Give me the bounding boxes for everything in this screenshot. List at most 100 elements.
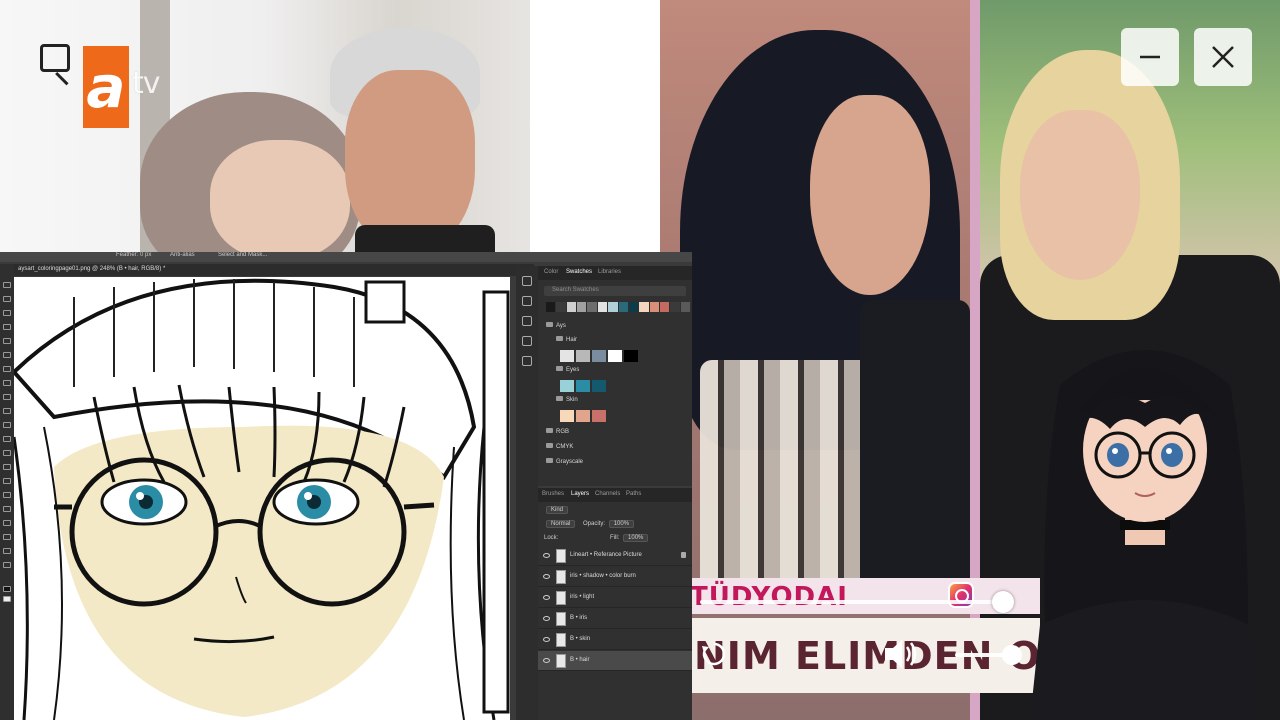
swatch-chip[interactable] [628, 302, 639, 312]
layer-row[interactable]: iris • shadow • color burn [538, 567, 692, 587]
gradient-tool-icon[interactable] [3, 450, 11, 456]
layer-name: B • skin [570, 636, 591, 642]
swatch-chip[interactable] [560, 350, 574, 362]
path-select-tool-icon[interactable] [3, 520, 11, 526]
brush-settings-icon[interactable] [522, 336, 532, 346]
fill-input[interactable]: 100% [623, 534, 649, 542]
visibility-eye-icon[interactable] [543, 658, 550, 663]
blur-tool-icon[interactable] [3, 464, 11, 470]
opacity-input[interactable]: 100% [608, 520, 635, 528]
swatch-chip[interactable] [618, 302, 628, 312]
swatch-chip[interactable] [566, 302, 577, 312]
tab-swatches[interactable]: Swatches [566, 269, 592, 275]
move-tool-icon[interactable] [3, 282, 11, 288]
seek-handle[interactable] [992, 591, 1014, 613]
swatch-chip[interactable] [546, 302, 556, 312]
healing-tool-icon[interactable] [3, 380, 11, 386]
swatch-chip[interactable] [592, 410, 606, 422]
swatch-group-eyes[interactable]: Eyes [556, 366, 579, 373]
layer-row[interactable]: iris • light [538, 588, 692, 608]
layer-filter[interactable]: Kind [544, 506, 569, 514]
history-panel-icon[interactable] [522, 276, 532, 286]
swatch-chip[interactable] [639, 302, 649, 312]
swatch-chip[interactable] [680, 302, 691, 312]
swatch-group-rgb[interactable]: RGB [546, 428, 569, 435]
swatch-chip[interactable] [556, 302, 566, 312]
swatch-chip[interactable] [560, 380, 574, 392]
seek-bar[interactable] [700, 600, 1010, 604]
replay-icon[interactable] [700, 640, 728, 668]
crop-tool-icon[interactable] [3, 338, 11, 344]
document-canvas[interactable] [14, 277, 510, 720]
select-and-mask-button[interactable]: Select and Mask... [218, 252, 267, 258]
zoom-tool-icon[interactable] [3, 562, 11, 568]
hand-tool-icon[interactable] [3, 548, 11, 554]
tab-paths[interactable]: Paths [626, 491, 641, 497]
lasso-tool-icon[interactable] [3, 310, 11, 316]
tab-color[interactable]: Color [544, 269, 558, 275]
tab-brushes[interactable]: Brushes [542, 491, 564, 497]
layer-row[interactable]: B • hair [538, 651, 692, 671]
layer-name: iris • shadow • color burn [570, 573, 636, 579]
swatch-chip[interactable] [592, 380, 606, 392]
foreground-color-icon[interactable] [3, 586, 11, 592]
layer-name: iris • light [570, 594, 595, 600]
layer-row[interactable]: Lineart • Referance Picture [538, 546, 692, 566]
tab-libraries[interactable]: Libraries [598, 269, 621, 275]
blend-mode-select[interactable]: Normal [546, 520, 576, 528]
swatch-chip[interactable] [608, 302, 618, 312]
swatch-group-grayscale[interactable]: Grayscale [546, 458, 583, 465]
shape-tool-icon[interactable] [3, 534, 11, 540]
swatch-chip[interactable] [592, 350, 606, 362]
layer-filter-kind[interactable]: Kind [546, 506, 569, 514]
properties-panel-icon[interactable] [522, 296, 532, 306]
swatch-chip[interactable] [608, 350, 622, 362]
swatch-group-skin[interactable]: Skin [556, 396, 578, 403]
dodge-tool-icon[interactable] [3, 478, 11, 484]
swatch-group-hair[interactable]: Hair [556, 336, 577, 343]
swatch-chip[interactable] [576, 350, 590, 362]
swatch-chip[interactable] [649, 302, 659, 312]
swatch-chip[interactable] [576, 410, 590, 422]
frame-tool-icon[interactable] [3, 352, 11, 358]
tab-channels[interactable]: Channels [595, 491, 620, 497]
layer-row[interactable]: B • iris [538, 609, 692, 629]
history-brush-icon[interactable] [3, 422, 11, 428]
visibility-eye-icon[interactable] [543, 637, 550, 642]
marquee-tool-icon[interactable] [3, 296, 11, 302]
tab-layers[interactable]: Layers [571, 491, 589, 497]
swatch-chip[interactable] [659, 302, 670, 312]
volume-handle[interactable] [1002, 645, 1022, 665]
quick-select-tool-icon[interactable] [3, 324, 11, 330]
visibility-eye-icon[interactable] [543, 553, 550, 558]
swatch-group-ays[interactable]: Ays [546, 322, 566, 329]
swatch-chip[interactable] [624, 350, 638, 362]
layer-row[interactable]: B • skin [538, 630, 692, 650]
feather-option[interactable]: Feather: 0 px [116, 252, 151, 258]
swatch-group-cmyk[interactable]: CMYK [546, 443, 573, 450]
character-panel-icon[interactable] [522, 356, 532, 366]
minimize-button[interactable] [1121, 28, 1179, 86]
volume-icon[interactable] [882, 636, 922, 672]
visibility-eye-icon[interactable] [543, 616, 550, 621]
eraser-tool-icon[interactable] [3, 436, 11, 442]
swatch-chip[interactable] [560, 410, 574, 422]
document-tab[interactable]: aysart_coloringpage01.png @ 248% (B • ha… [18, 266, 165, 272]
swatch-chip[interactable] [576, 380, 590, 392]
eyedropper-tool-icon[interactable] [3, 366, 11, 372]
stamp-tool-icon[interactable] [3, 408, 11, 414]
swatch-chip[interactable] [577, 302, 587, 312]
type-tool-icon[interactable] [3, 506, 11, 512]
swatch-chip[interactable] [597, 302, 608, 312]
background-color-icon[interactable] [3, 596, 11, 602]
visibility-eye-icon[interactable] [543, 595, 550, 600]
adjustments-panel-icon[interactable] [522, 316, 532, 326]
swatch-search-input[interactable]: Search Swatches [544, 286, 686, 296]
swatch-chip[interactable] [587, 302, 597, 312]
visibility-eye-icon[interactable] [543, 574, 550, 579]
anti-alias-option[interactable]: Anti-alias [170, 252, 195, 258]
close-button[interactable] [1194, 28, 1252, 86]
pen-tool-icon[interactable] [3, 492, 11, 498]
swatch-chip[interactable] [670, 302, 680, 312]
brush-tool-icon[interactable] [3, 394, 11, 400]
